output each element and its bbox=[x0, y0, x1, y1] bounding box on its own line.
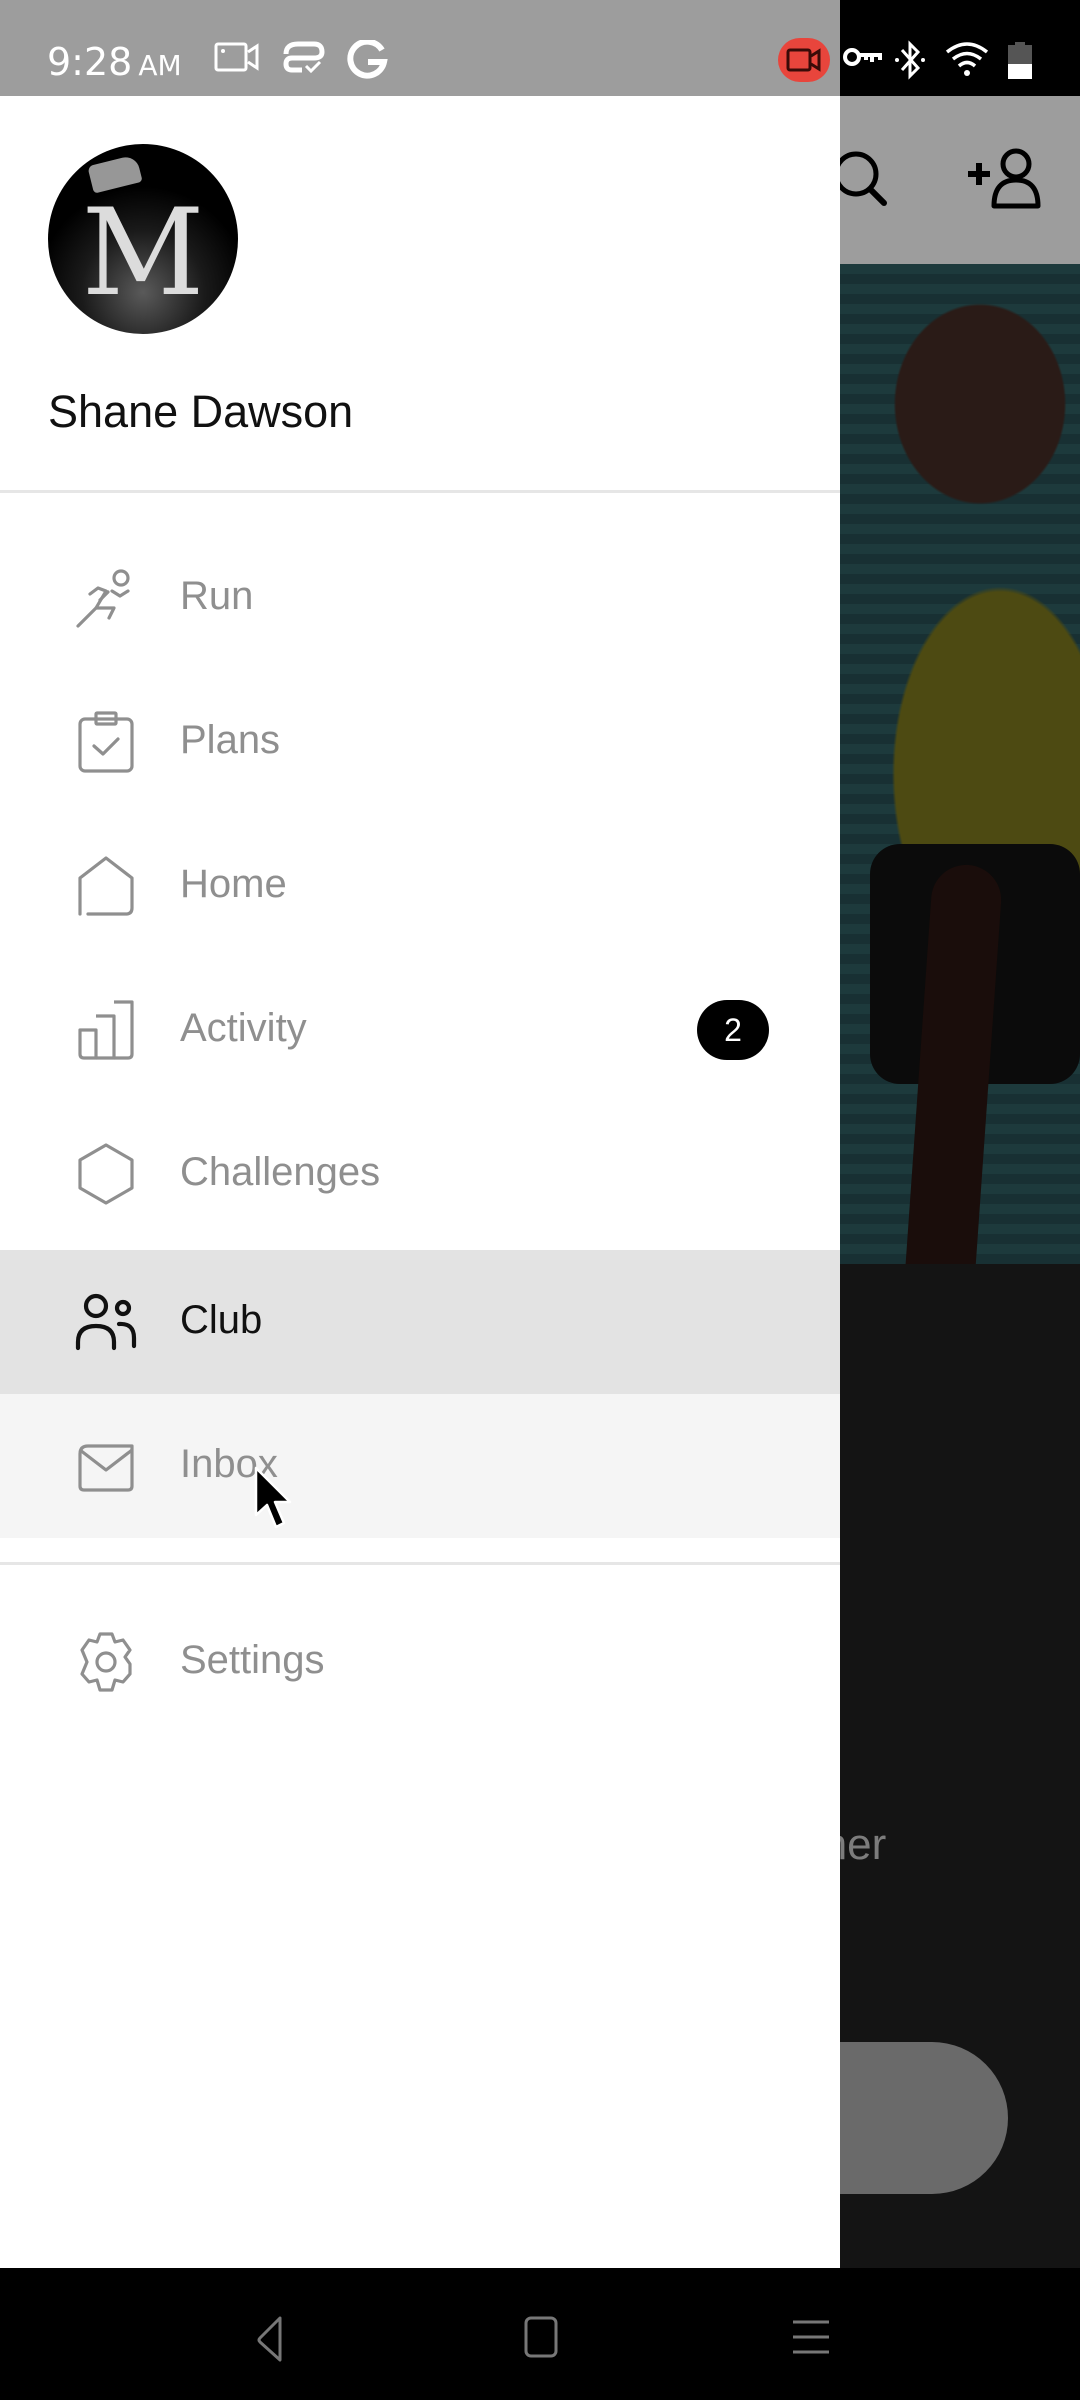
mail-icon bbox=[74, 1434, 138, 1498]
drawer-item-label: Plans bbox=[180, 718, 281, 762]
wifi-icon bbox=[944, 40, 990, 83]
drawer-item-inbox[interactable]: Inbox bbox=[0, 1394, 840, 1538]
drawer-item-home[interactable]: Home bbox=[0, 814, 840, 958]
drawer-item-label: Home bbox=[180, 862, 287, 906]
google-icon bbox=[346, 38, 388, 85]
avatar-monogram: M bbox=[81, 184, 205, 323]
avatar[interactable]: M bbox=[48, 144, 238, 334]
cloud-sync-icon bbox=[280, 40, 326, 81]
user-name[interactable]: Shane Dawson bbox=[48, 386, 353, 438]
drawer-item-label: Run bbox=[180, 574, 254, 618]
status-time-ampm: AM bbox=[138, 49, 182, 82]
recents-button-icon[interactable] bbox=[787, 2314, 837, 2364]
gear-icon bbox=[74, 1630, 138, 1694]
activity-count-badge: 2 bbox=[697, 1000, 769, 1060]
people-icon bbox=[74, 1290, 138, 1354]
clipboard-check-icon bbox=[74, 710, 138, 774]
status-time: 9:28 AM bbox=[47, 40, 182, 84]
back-button-icon[interactable] bbox=[246, 2314, 296, 2364]
runner-icon bbox=[74, 566, 138, 630]
status-time-value: 9:28 bbox=[47, 40, 133, 84]
add-friend-icon[interactable] bbox=[964, 146, 1048, 217]
drawer-item-label: Activity bbox=[180, 1006, 307, 1050]
recording-indicator-icon bbox=[778, 38, 830, 82]
vpn-key-icon bbox=[842, 40, 882, 79]
system-navigation-bar bbox=[0, 2268, 1080, 2400]
home-icon bbox=[74, 854, 138, 918]
drawer-item-club[interactable]: Club bbox=[0, 1250, 840, 1394]
drawer-item-label: Challenges bbox=[180, 1150, 381, 1194]
bluetooth-icon bbox=[892, 40, 928, 85]
home-button-icon[interactable] bbox=[515, 2314, 565, 2364]
drawer-item-settings[interactable]: Settings bbox=[0, 1590, 840, 1734]
divider bbox=[0, 490, 840, 493]
hexagon-icon bbox=[74, 1142, 138, 1206]
drawer-item-activity[interactable]: Activity 2 bbox=[0, 958, 840, 1102]
divider bbox=[0, 1562, 840, 1565]
bar-chart-icon bbox=[74, 998, 138, 1062]
screen-record-icon bbox=[214, 40, 260, 79]
drawer-item-label: Settings bbox=[180, 1638, 325, 1682]
status-bar: 9:28 AM bbox=[0, 0, 1080, 96]
navigation-drawer: M Shane Dawson Run Plans Home Activity 2 bbox=[0, 96, 840, 2268]
drawer-item-run[interactable]: Run bbox=[0, 526, 840, 670]
drawer-item-challenges[interactable]: Challenges bbox=[0, 1102, 840, 1246]
mouse-pointer-icon bbox=[252, 1465, 302, 1535]
drawer-item-plans[interactable]: Plans bbox=[0, 670, 840, 814]
drawer-item-label: Club bbox=[180, 1298, 263, 1342]
battery-icon bbox=[1006, 40, 1034, 85]
